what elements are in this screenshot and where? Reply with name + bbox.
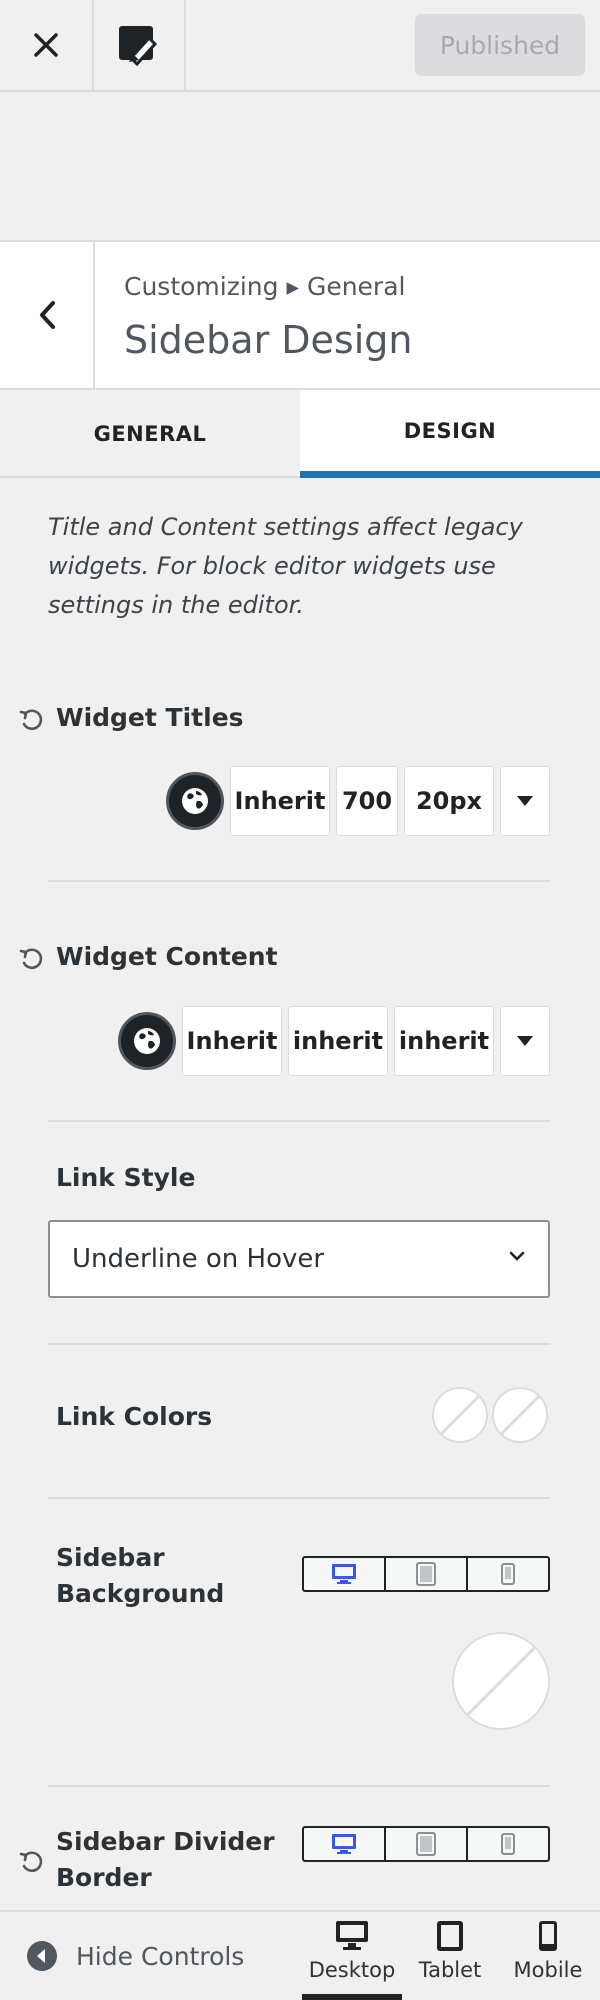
divider xyxy=(48,880,550,882)
customizer-footer: Hide Controls Desktop Tablet Mobile xyxy=(0,1910,600,2000)
brush-icon xyxy=(119,26,158,66)
globe-icon xyxy=(182,788,208,814)
chevron-left-icon xyxy=(39,301,55,329)
reset-icon[interactable] xyxy=(18,945,46,973)
label-line: Border xyxy=(56,1863,152,1892)
label-line: Sidebar Divider xyxy=(56,1827,275,1856)
section-header: Customizing ▸ General Sidebar Design xyxy=(0,240,600,390)
theme-settings-button[interactable] xyxy=(94,0,186,90)
link-colors-label: Link Colors xyxy=(56,1402,213,1431)
link-style-label: Link Style xyxy=(56,1163,196,1192)
widget-titles-typography: Inherit 700 20px xyxy=(166,766,550,836)
published-button[interactable]: Published xyxy=(415,14,585,76)
widget-titles-label: Widget Titles xyxy=(56,703,244,732)
divider xyxy=(48,1120,550,1122)
divider xyxy=(48,1343,550,1345)
divider xyxy=(48,1497,550,1499)
mobile-icon xyxy=(539,1921,557,1951)
preview-mobile-button[interactable]: Mobile xyxy=(498,1920,598,2000)
sidebar-background-color-swatch[interactable] xyxy=(452,1632,550,1730)
link-style-value: Underline on Hover xyxy=(72,1244,325,1274)
back-button[interactable] xyxy=(0,242,95,388)
label-line: Background xyxy=(56,1579,225,1608)
preview-tablet-button[interactable]: Tablet xyxy=(400,1920,500,2000)
device-desktop-button[interactable] xyxy=(304,1558,386,1590)
tab-general[interactable]: GENERAL xyxy=(0,390,300,478)
link-style-select[interactable]: Underline on Hover xyxy=(48,1220,550,1298)
desktop-icon xyxy=(332,1834,356,1854)
customizer-header: Published xyxy=(0,0,600,92)
reset-icon[interactable] xyxy=(18,706,46,734)
global-font-button[interactable] xyxy=(166,772,224,830)
desktop-icon xyxy=(336,1921,368,1950)
caret-down-icon xyxy=(517,796,533,806)
preview-desktop-button[interactable]: Desktop xyxy=(302,1920,402,2000)
device-tablet-button[interactable] xyxy=(386,1828,468,1860)
reset-icon[interactable] xyxy=(18,1848,46,1876)
device-mobile-button[interactable] xyxy=(468,1828,548,1860)
typography-options-button[interactable] xyxy=(500,1006,550,1076)
caret-down-icon xyxy=(517,1036,533,1046)
font-size-field[interactable]: inherit xyxy=(394,1006,494,1076)
responsive-device-switch xyxy=(302,1556,550,1592)
sidebar-divider-border-label: Sidebar Divider Border xyxy=(56,1824,275,1896)
device-desktop-button[interactable] xyxy=(304,1828,386,1860)
widget-content-label: Widget Content xyxy=(56,942,278,971)
collapse-arrow-icon xyxy=(27,1941,57,1971)
tablet-icon xyxy=(416,1832,436,1856)
font-size-field[interactable]: 20px xyxy=(404,766,494,836)
label-line: Sidebar xyxy=(56,1543,165,1572)
responsive-device-switch xyxy=(302,1826,550,1862)
font-family-field[interactable]: Inherit xyxy=(230,766,330,836)
link-color-swatch[interactable] xyxy=(432,1387,488,1443)
device-label: Tablet xyxy=(418,1958,482,1982)
close-icon xyxy=(34,33,58,57)
tablet-icon xyxy=(416,1562,436,1586)
tab-bar: GENERAL DESIGN xyxy=(0,390,600,478)
legacy-widgets-notice: Title and Content settings affect legacy… xyxy=(48,513,523,619)
tablet-icon xyxy=(437,1921,463,1951)
chevron-down-icon xyxy=(509,1251,525,1261)
font-weight-field[interactable]: inherit xyxy=(288,1006,388,1076)
breadcrumb: Customizing ▸ General xyxy=(124,272,406,301)
global-font-button[interactable] xyxy=(118,1012,176,1070)
font-weight-field[interactable]: 700 xyxy=(336,766,398,836)
divider xyxy=(48,1785,550,1787)
sidebar-background-label: Sidebar Background xyxy=(56,1540,224,1612)
device-label: Mobile xyxy=(513,1958,583,1982)
mobile-icon xyxy=(501,1833,515,1855)
device-mobile-button[interactable] xyxy=(468,1558,548,1590)
typography-options-button[interactable] xyxy=(500,766,550,836)
hide-controls-label: Hide Controls xyxy=(76,1941,245,1971)
tab-design[interactable]: DESIGN xyxy=(300,390,600,478)
page-title: Sidebar Design xyxy=(124,318,413,362)
desktop-icon xyxy=(332,1564,356,1584)
mobile-icon xyxy=(501,1563,515,1585)
widget-content-typography: Inherit inherit inherit xyxy=(118,1006,550,1076)
close-button[interactable] xyxy=(0,0,94,90)
hide-controls-button[interactable]: Hide Controls xyxy=(26,1912,244,2000)
globe-icon xyxy=(134,1028,160,1054)
device-label: Desktop xyxy=(308,1958,396,1982)
link-hover-color-swatch[interactable] xyxy=(492,1387,548,1443)
font-family-field[interactable]: Inherit xyxy=(182,1006,282,1076)
device-tablet-button[interactable] xyxy=(386,1558,468,1590)
